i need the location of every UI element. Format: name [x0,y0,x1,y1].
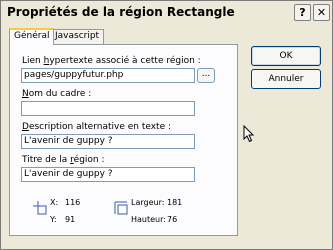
frame-label: Nom du cadre : [22,89,92,99]
link-label: Lien hypertexte associé à cette région : [22,56,201,66]
width-label: Largeur: [131,198,165,207]
link-input[interactable]: pages/guppyfutur.php [21,68,195,83]
width-value: 181 [167,198,183,207]
title-bar: Propriétés de la région Rectangle ? ✕ [1,1,332,25]
height-value: 76 [167,215,178,224]
dialog-title: Propriétés de la région Rectangle [7,5,235,19]
cancel-button[interactable]: Annuler [251,69,321,89]
size-icon [114,201,128,215]
ok-button[interactable]: OK [251,46,321,66]
general-panel: Lien hypertexte associé à cette région :… [9,44,238,236]
help-button[interactable]: ? [294,4,311,21]
alt-label: Description alternative en texte : [22,122,172,132]
dialog-window: Propriétés de la région Rectangle ? ✕ Gé… [0,0,333,250]
region-title-input[interactable]: L'avenir de guppy ? [21,167,195,182]
y-value: 91 [65,215,76,224]
y-label: Y: [50,215,57,224]
tab-javascript[interactable]: Javascript [50,29,105,44]
frame-input[interactable] [21,101,195,116]
browse-button[interactable]: ... [197,68,215,83]
region-title-label: Titre de la région : [22,155,105,165]
position-icon [33,201,47,215]
tab-general[interactable]: Général [9,28,55,45]
height-label: Hauteur: [131,215,166,224]
alt-input[interactable]: L'avenir de guppy ? [21,134,195,149]
x-value: 116 [65,198,81,207]
x-label: X: [50,198,59,207]
mouse-cursor-icon [243,125,255,143]
close-button[interactable]: ✕ [313,4,330,21]
